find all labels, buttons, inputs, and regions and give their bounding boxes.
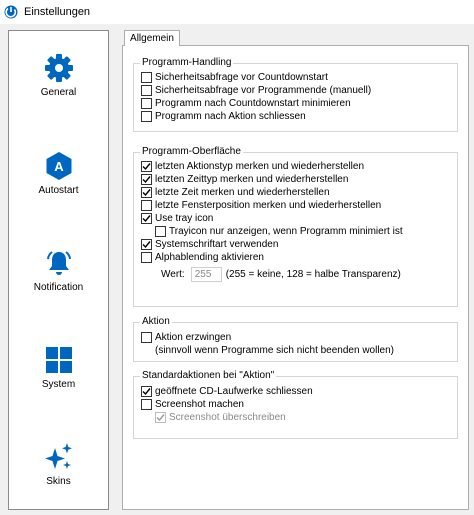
- option-label: Programm nach Countdownstart minimieren: [155, 98, 351, 109]
- option-row[interactable]: letzten Zeittyp merken und wiederherstel…: [141, 173, 348, 186]
- option-row[interactable]: Sicherheitsabfrage vor Programmende (man…: [141, 84, 371, 97]
- option-note: (sinnvoll wenn Programme sich nicht been…: [155, 344, 394, 357]
- group-title: Programm-Handling: [140, 57, 234, 69]
- checkmark-icon: [142, 241, 151, 249]
- checkmark-icon: [142, 189, 151, 197]
- title-bar: Einstellungen: [0, 0, 474, 24]
- checkmark-icon: [142, 215, 151, 223]
- sidebar-item-autostart[interactable]: A Autostart: [9, 151, 108, 196]
- svg-text:A: A: [54, 159, 64, 174]
- option-row[interactable]: Programm nach Aktion schliessen: [141, 110, 306, 123]
- checkbox[interactable]: [141, 98, 152, 109]
- wert-row: Wert: 255 (255 = keine, 128 = halbe Tran…: [161, 266, 401, 283]
- option-label: Programm nach Aktion schliessen: [155, 111, 306, 122]
- group-title: Aktion: [140, 316, 172, 328]
- windows-icon: [45, 347, 72, 373]
- option-row[interactable]: Use tray icon: [141, 212, 213, 225]
- wert-hint: (255 = keine, 128 = halbe Transparenz): [225, 269, 401, 280]
- option-label: Screenshot machen: [155, 399, 244, 410]
- option-row[interactable]: Sicherheitsabfrage vor Countdownstart: [141, 71, 328, 84]
- checkbox[interactable]: [141, 72, 152, 83]
- checkbox-checked[interactable]: [141, 174, 152, 185]
- group-title: Programm-Oberfläche: [140, 146, 243, 158]
- tab-allgemein[interactable]: Allgemein: [124, 30, 180, 46]
- checkmark-icon: [142, 176, 151, 184]
- option-row[interactable]: letzte Fensterposition merken und wieder…: [141, 199, 381, 212]
- checkbox[interactable]: [141, 111, 152, 122]
- option-label: letzte Zeit merken und wiederherstellen: [155, 187, 330, 198]
- group-title: Standardaktionen bei "Aktion": [140, 370, 277, 382]
- checkbox-checked[interactable]: [141, 239, 152, 250]
- checkbox[interactable]: [141, 200, 152, 211]
- checkbox-checked[interactable]: [141, 161, 152, 172]
- option-row[interactable]: Screenshot machen: [141, 398, 244, 411]
- group-standardaktionen: Standardaktionen bei "Aktion" geöffnete …: [133, 370, 458, 439]
- option-row[interactable]: geöffnete CD-Laufwerke schliessen: [141, 385, 313, 398]
- sidebar-item-system[interactable]: System: [9, 345, 108, 390]
- sidebar-item-general[interactable]: General: [9, 53, 108, 98]
- group-programm-oberflaeche: Programm-Oberfläche letzten Aktionstyp m…: [133, 146, 458, 307]
- option-note-text: (sinnvoll wenn Programme sich nicht been…: [155, 345, 395, 356]
- sidebar-item-skins[interactable]: Skins: [9, 442, 108, 487]
- option-label: Trayicon nur anzeigen, wenn Programm min…: [169, 226, 403, 237]
- option-label: Aktion erzwingen: [155, 332, 232, 343]
- app-logo-icon: [4, 5, 18, 19]
- option-row[interactable]: Systemschriftart verwenden: [141, 238, 278, 251]
- checkbox[interactable]: [141, 399, 152, 410]
- option-label: Alphablending aktivieren: [155, 252, 264, 263]
- gear-icon: [44, 54, 73, 82]
- option-label: Use tray icon: [155, 213, 214, 224]
- checkbox-checked[interactable]: [141, 213, 152, 224]
- tab-panel-allgemein: Programm-Handling Sicherheitsabfrage vor…: [122, 45, 469, 510]
- option-label: letzte Fensterposition merken und wieder…: [155, 200, 382, 211]
- autostart-a-icon: A: [46, 152, 71, 180]
- sidebar-item-label: General: [40, 87, 77, 98]
- option-label: Screenshot überschreiben: [169, 412, 286, 423]
- option-row[interactable]: Aktion erzwingen: [141, 331, 231, 344]
- checkbox-checked[interactable]: [141, 187, 152, 198]
- wert-label: Wert:: [161, 269, 185, 280]
- checkbox[interactable]: [155, 226, 166, 237]
- option-label: Sicherheitsabfrage vor Programmende (man…: [155, 85, 372, 96]
- option-row[interactable]: Programm nach Countdownstart minimieren: [141, 97, 351, 110]
- sidebar-item-label: Notification: [33, 282, 84, 293]
- option-row[interactable]: letzten Aktionstyp merken und wiederhers…: [141, 160, 364, 173]
- sidebar: General A Autostart Notification System: [8, 30, 109, 510]
- option-row-disabled: Screenshot überschreiben: [155, 411, 286, 424]
- sparkles-icon: [44, 443, 72, 469]
- option-label: Systemschriftart verwenden: [155, 239, 279, 250]
- option-label: letzten Zeittyp merken und wiederherstel…: [155, 174, 349, 185]
- checkmark-icon: [142, 163, 151, 171]
- option-row[interactable]: letzte Zeit merken und wiederherstellen: [141, 186, 330, 199]
- option-label: letzten Aktionstyp merken und wiederhers…: [155, 161, 365, 172]
- checkbox[interactable]: [141, 85, 152, 96]
- sidebar-item-label: System: [41, 379, 76, 390]
- sidebar-item-notification[interactable]: Notification: [9, 248, 108, 293]
- option-row[interactable]: Trayicon nur anzeigen, wenn Programm min…: [155, 225, 403, 238]
- sidebar-item-label: Skins: [46, 476, 71, 487]
- bell-icon: [46, 251, 71, 275]
- window-title: Einstellungen: [24, 6, 91, 18]
- option-label: geöffnete CD-Laufwerke schliessen: [155, 386, 313, 397]
- checkmark-icon: [156, 414, 165, 422]
- sidebar-item-label: Autostart: [38, 185, 79, 196]
- group-aktion: Aktion Aktion erzwingen (sinnvoll wenn P…: [133, 316, 458, 362]
- checkmark-icon: [142, 388, 151, 396]
- option-label: Sicherheitsabfrage vor Countdownstart: [155, 72, 328, 83]
- wert-input[interactable]: 255: [190, 267, 222, 282]
- checkbox-checked[interactable]: [141, 386, 152, 397]
- checkbox[interactable]: [141, 332, 152, 343]
- checkbox-checked-disabled: [155, 412, 166, 423]
- group-programm-handling: Programm-Handling Sicherheitsabfrage vor…: [133, 57, 458, 132]
- checkbox[interactable]: [141, 252, 152, 263]
- option-row[interactable]: Alphablending aktivieren: [141, 251, 264, 264]
